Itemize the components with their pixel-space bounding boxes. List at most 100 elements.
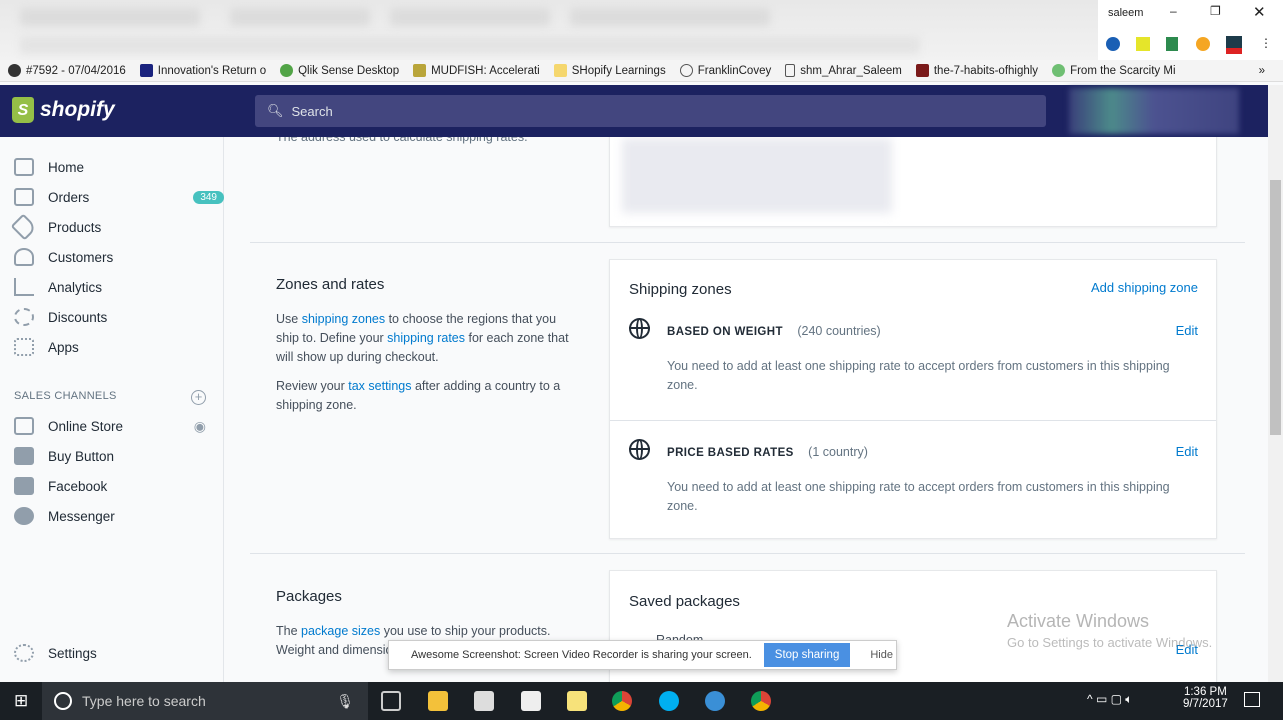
package-sizes-link[interactable]: package sizes <box>301 624 380 638</box>
time: 1:36 PM <box>1183 686 1227 698</box>
account-menu[interactable] <box>1069 88 1239 134</box>
nav-label: Online Store <box>48 418 124 434</box>
shipping-zones-title: Shipping zones <box>629 281 732 298</box>
close-button[interactable]: ✕ <box>1253 3 1266 21</box>
clock[interactable]: 1:36 PM 9/7/2017 <box>1183 686 1228 710</box>
bookmark[interactable]: the-7-habits-ofhighly <box>915 64 1039 77</box>
bookmark[interactable]: FranklinCovey <box>679 64 772 77</box>
search-placeholder: Search <box>291 103 333 119</box>
sidebar-item-home[interactable]: Home <box>14 155 214 179</box>
date: 9/7/2017 <box>1183 698 1228 710</box>
orders-icon <box>14 188 34 206</box>
divider <box>250 553 1245 554</box>
extension-icon[interactable] <box>1166 37 1178 51</box>
globe-icon <box>629 318 650 339</box>
bookmark-label: From the Scarcity Mi <box>1070 64 1176 77</box>
taskbar-search[interactable]: Type here to search 🎙︎ <box>42 682 368 720</box>
shipping-zones-link[interactable]: shipping zones <box>302 312 385 326</box>
search-icon: 🔍︎ <box>267 103 284 118</box>
shopping-bag-icon: S <box>12 97 34 123</box>
nav-label: Buy Button <box>48 448 115 464</box>
blurred-address <box>622 138 892 213</box>
sidebar-item-customers[interactable]: Customers <box>14 245 214 269</box>
stop-sharing-button[interactable]: Stop sharing <box>763 643 851 667</box>
divider <box>250 242 1245 243</box>
activate-windows-hint: Go to Settings to activate Windows. <box>1007 635 1213 650</box>
bookmark[interactable]: #7592 - 07/04/2016 <box>8 64 126 77</box>
chrome-icon[interactable] <box>751 691 771 711</box>
bookmark[interactable]: From the Scarcity Mi <box>1052 64 1176 77</box>
microphone-icon[interactable]: 🎙︎ <box>336 693 354 710</box>
store-icon[interactable] <box>474 691 494 711</box>
tray-icons[interactable]: ^ ▭ ▢ 🔈︎ <box>1087 692 1133 707</box>
edit-zone-button[interactable]: Edit <box>1176 323 1198 338</box>
folder-icon <box>553 64 567 77</box>
extension-icon[interactable] <box>1106 37 1120 51</box>
nav-label: Discounts <box>48 309 108 325</box>
sidebar-item-products[interactable]: Products <box>10 213 214 241</box>
restore-button[interactable]: ❐ <box>1210 4 1221 18</box>
bookmark[interactable]: Innovation's Return o <box>139 64 266 77</box>
task-view-icon[interactable] <box>381 691 401 711</box>
cortana-icon <box>54 692 72 710</box>
more-bookmarks-button[interactable]: » <box>1259 65 1265 77</box>
scrollbar-thumb[interactable] <box>1270 180 1281 435</box>
bookmark-icon <box>1052 64 1066 77</box>
recorder-icon[interactable] <box>1226 36 1242 54</box>
bookmark-label: FranklinCovey <box>697 64 772 77</box>
sidebar-item-online-store[interactable]: Online Store ◉ <box>14 414 214 438</box>
eye-icon[interactable]: ◉ <box>194 418 206 435</box>
bookmark[interactable]: shm_Ahrar_Saleem <box>785 64 902 77</box>
nav-label: Orders <box>48 189 90 205</box>
sticky-notes-icon[interactable] <box>567 691 587 711</box>
nav-label: Customers <box>48 249 114 265</box>
edit-zone-button[interactable]: Edit <box>1176 444 1198 459</box>
menu-icon[interactable]: ⋮ <box>1260 36 1272 50</box>
skype-icon[interactable] <box>659 691 679 711</box>
notifications-icon[interactable] <box>1244 692 1260 707</box>
add-sales-channel-icon[interactable]: + <box>191 390 206 405</box>
shipping-zones-card: Shipping zones Add shipping zone BASED O… <box>609 259 1217 539</box>
bookmark[interactable]: SHopify Learnings <box>553 64 666 77</box>
file-explorer-icon[interactable] <box>428 691 448 711</box>
chrome-icon[interactable] <box>612 691 632 711</box>
store-icon <box>14 417 34 435</box>
bookmark[interactable]: Qlik Sense Desktop <box>280 64 399 77</box>
bookmark-label: the-7-habits-ofhighly <box>933 64 1039 77</box>
sidebar-item-orders[interactable]: Orders 349 <box>14 185 224 209</box>
tax-settings-link[interactable]: tax settings <box>348 379 411 393</box>
sidebar-item-settings[interactable]: Settings <box>14 641 214 665</box>
extension-icon[interactable] <box>1196 37 1210 51</box>
messenger-icon <box>14 507 34 525</box>
sidebar-item-discounts[interactable]: Discounts <box>14 305 214 329</box>
search-input[interactable]: 🔍︎ Search <box>255 95 1046 127</box>
windows-taskbar: ⊞ Type here to search 🎙︎ ^ ▭ ▢ 🔈︎ 1:36 PM… <box>0 682 1283 720</box>
windows-start-icon[interactable]: ⊞ <box>14 691 28 711</box>
minimize-button[interactable]: – <box>1170 4 1177 18</box>
sidebar: Home Orders 349 Products Customers Analyt… <box>0 137 224 682</box>
profile-name[interactable]: saleem <box>1108 7 1143 19</box>
orders-count-badge: 349 <box>193 190 224 204</box>
sidebar-item-apps[interactable]: Apps <box>14 335 214 359</box>
add-shipping-zone-link[interactable]: Add shipping zone <box>1091 280 1198 295</box>
shopify-topbar: Sshopify 🔍︎ Search <box>0 85 1268 137</box>
sidebar-item-messenger[interactable]: Messenger <box>14 504 214 528</box>
sidebar-item-facebook[interactable]: Facebook <box>14 474 214 498</box>
bookmark[interactable]: MUDFISH: Accelerati <box>413 64 540 77</box>
browser-chrome <box>0 0 1283 60</box>
shopify-logo[interactable]: Sshopify <box>12 97 115 123</box>
hide-button[interactable]: Hide <box>870 649 893 661</box>
sidebar-item-buy-button[interactable]: Buy Button <box>14 444 214 468</box>
taskbar-search-placeholder: Type here to search <box>82 693 206 709</box>
sidebar-item-analytics[interactable]: Analytics <box>14 275 214 299</box>
nav-label: Messenger <box>48 508 115 524</box>
analytics-icon <box>14 278 34 296</box>
app-icon[interactable] <box>705 691 725 711</box>
mail-icon[interactable] <box>521 691 541 711</box>
shipping-rates-link[interactable]: shipping rates <box>387 331 465 345</box>
zone-count: (1 country) <box>808 445 868 459</box>
zones-title: Zones and rates <box>276 276 385 293</box>
extension-icon[interactable] <box>1136 37 1150 51</box>
bookmark-label: SHopify Learnings <box>571 64 666 77</box>
zone-note: You need to add at least one shipping ra… <box>667 359 1170 392</box>
